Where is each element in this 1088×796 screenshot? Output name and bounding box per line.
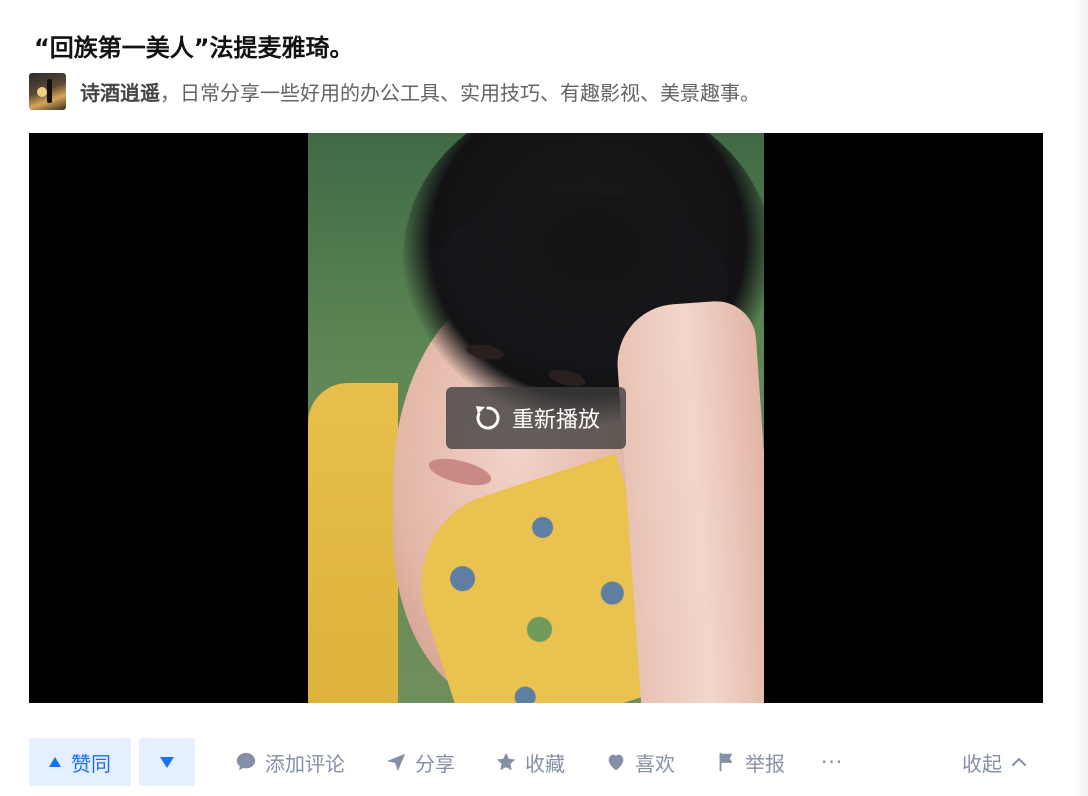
avatar[interactable] [29,72,66,110]
upvote-label: 赞同 [71,751,111,776]
heart-icon [608,754,624,771]
triangle-up-icon [49,757,61,767]
author-bio: ，日常分享一些好用的办公工具、实用技巧、有趣影视、美景趣事。 [160,80,760,105]
upvote-button[interactable]: 赞同 [29,738,131,786]
post-title[interactable]: “回族第一美人”法提麦雅琦。 [34,28,354,68]
comment-button[interactable]: 添加评论 [235,748,345,777]
collapse-button[interactable]: 收起 [962,738,1028,786]
video-player[interactable]: 重新播放 [29,133,1043,703]
like-button[interactable]: 喜欢 [605,748,675,777]
frame-arm [613,298,764,703]
comment-bubble-icon [236,752,256,771]
report-button[interactable]: 举报 [715,748,785,777]
comment-label: 添加评论 [265,751,345,776]
favorite-label: 收藏 [525,751,565,776]
author-name[interactable]: 诗酒逍遥 [80,77,160,106]
chevron-up-icon [1012,758,1026,766]
avatar-figure-shape [47,78,52,103]
share-label: 分享 [415,751,455,776]
author-row: 诗酒逍遥 ，日常分享一些好用的办公工具、实用技巧、有趣影视、美景趣事。 [29,72,760,110]
replay-icon [475,406,500,430]
star-icon [496,752,516,771]
scrollbar-track[interactable] [1074,0,1088,796]
favorite-button[interactable]: 收藏 [495,748,565,777]
more-label: ··· [821,750,844,774]
action-bar: 赞同 添加评论 分享 收藏 喜欢 举报 ··· [29,738,843,786]
replay-button[interactable]: 重新播放 [446,387,626,449]
share-button[interactable]: 分享 [385,748,455,777]
frame-dress-left [308,383,398,703]
downvote-button[interactable] [139,738,195,786]
report-label: 举报 [745,751,785,776]
like-label: 喜欢 [635,751,675,776]
collapse-label: 收起 [962,751,1002,776]
paper-plane-icon [386,753,406,772]
flag-icon [719,752,733,772]
more-button[interactable]: ··· [821,750,843,774]
triangle-down-icon [160,756,174,768]
replay-label: 重新播放 [511,408,600,433]
avatar-sun-shape [37,86,47,97]
